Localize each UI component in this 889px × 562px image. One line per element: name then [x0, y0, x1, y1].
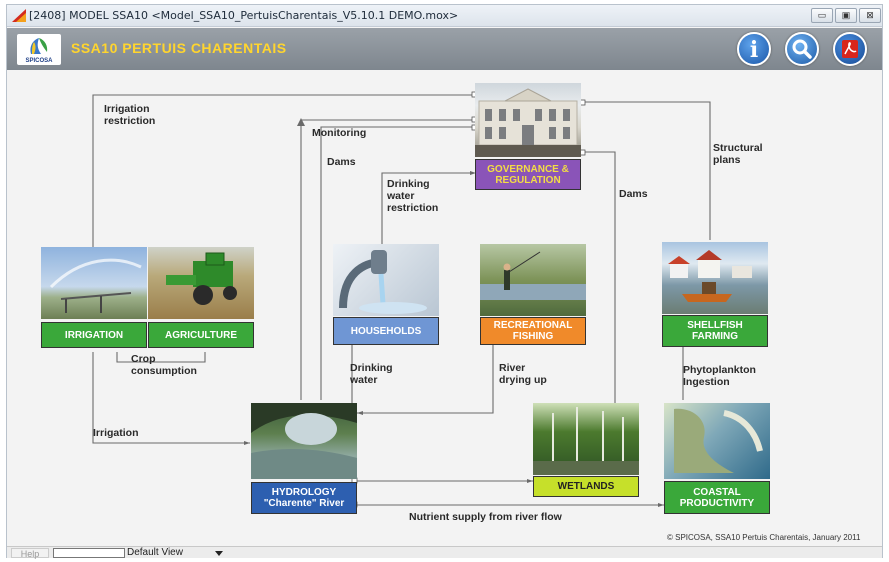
building-icon [475, 88, 581, 157]
chevron-down-icon [215, 551, 223, 556]
hydrology-node[interactable]: HYDROLOGY "Charente" River [251, 482, 357, 514]
trees-icon [533, 407, 639, 475]
coast-map-icon [674, 408, 763, 473]
sprinkler-icon [49, 258, 142, 313]
view-select-value: Default View [127, 547, 183, 558]
help-button[interactable]: Help [11, 548, 49, 559]
agriculture-node[interactable]: AGRICULTURE [148, 322, 254, 348]
app-icon [12, 9, 26, 22]
structural-plans-label: Structural plans [713, 142, 763, 166]
river-drying-up-label: River drying up [499, 362, 547, 386]
drinking-water-label: Drinking water [350, 362, 393, 386]
spicosa-logo-icon [30, 38, 48, 54]
coastal-productivity-node[interactable]: COASTAL PRODUCTIVITY [664, 481, 770, 514]
phytoplankton-ingestion-label: Phytoplankton Ingestion [683, 364, 756, 388]
governance-regulation-node[interactable]: GOVERNANCE & REGULATION [475, 159, 581, 190]
pdf-button[interactable] [833, 32, 867, 66]
drinking-water-restriction-label: Drinking water restriction [387, 178, 439, 214]
maximize-button[interactable]: ▣ [835, 8, 857, 23]
info-button[interactable]: i [737, 32, 771, 66]
copyright-text: © SPICOSA, SSA10 Pertuis Charentais, Jan… [667, 533, 861, 542]
wetlands-image[interactable] [533, 403, 639, 475]
recreational-fishing-image[interactable] [480, 244, 586, 316]
coastal-productivity-image[interactable] [664, 403, 770, 479]
logo-text: SPICOSA [25, 58, 53, 64]
title-bar[interactable]: [2408] MODEL SSA10 <Model_SSA10_PertuisC… [7, 5, 882, 27]
status-input[interactable] [53, 548, 125, 558]
status-bar: Help Default View [7, 546, 882, 559]
households-node[interactable]: HOUSEHOLDS [333, 317, 439, 345]
crop-consumption-label: Crop consumption [131, 353, 197, 377]
info-icon: i [749, 37, 759, 63]
tractor-icon [166, 252, 237, 305]
irrigation-image[interactable] [41, 247, 147, 319]
pdf-icon [842, 40, 858, 58]
recreational-fishing-node[interactable]: RECREATIONAL FISHING [480, 317, 586, 345]
fisherman-icon [480, 251, 586, 300]
app-title: SSA10 PERTUIS CHARENTAIS [71, 40, 287, 56]
irrigation-link-label: Irrigation [93, 427, 139, 439]
app-header: SPICOSA SSA10 PERTUIS CHARENTAIS i [7, 28, 882, 70]
harbor-icon [668, 250, 752, 302]
governance-image[interactable] [475, 83, 581, 157]
river-icon [251, 403, 357, 479]
households-image[interactable] [333, 244, 439, 316]
close-button[interactable]: ⊠ [859, 8, 881, 23]
hydrology-river-label: "Charente" River [263, 498, 345, 509]
minimize-button[interactable]: ▭ [811, 8, 833, 23]
nutrient-supply-label: Nutrient supply from river flow [409, 511, 562, 523]
view-select[interactable]: Default View [127, 547, 227, 559]
hydrology-label: HYDROLOGY [271, 487, 337, 498]
search-button[interactable] [785, 32, 819, 66]
window-title: [2408] MODEL SSA10 <Model_SSA10_PertuisC… [29, 9, 459, 22]
agriculture-image[interactable] [148, 247, 254, 319]
application-window: [2408] MODEL SSA10 <Model_SSA10_PertuisC… [6, 4, 883, 559]
wetlands-node[interactable]: WETLANDS [533, 476, 639, 497]
spicosa-logo: SPICOSA [17, 34, 61, 65]
shellfish-farming-node[interactable]: SHELLFISH FARMING [662, 315, 768, 347]
irrigation-restriction-label: Irrigation restriction [104, 103, 156, 127]
search-icon [792, 39, 812, 59]
hydrology-image[interactable] [251, 403, 357, 479]
shellfish-farming-image[interactable] [662, 242, 768, 314]
faucet-icon [339, 250, 427, 314]
monitoring-label: Monitoring [312, 127, 367, 139]
model-canvas: GOVERNANCE & REGULATION IRRIGATION AGRIC… [7, 70, 882, 546]
dams-label-left: Dams [327, 156, 356, 168]
dams-label-right: Dams [619, 188, 648, 200]
irrigation-node[interactable]: IRRIGATION [41, 322, 147, 348]
